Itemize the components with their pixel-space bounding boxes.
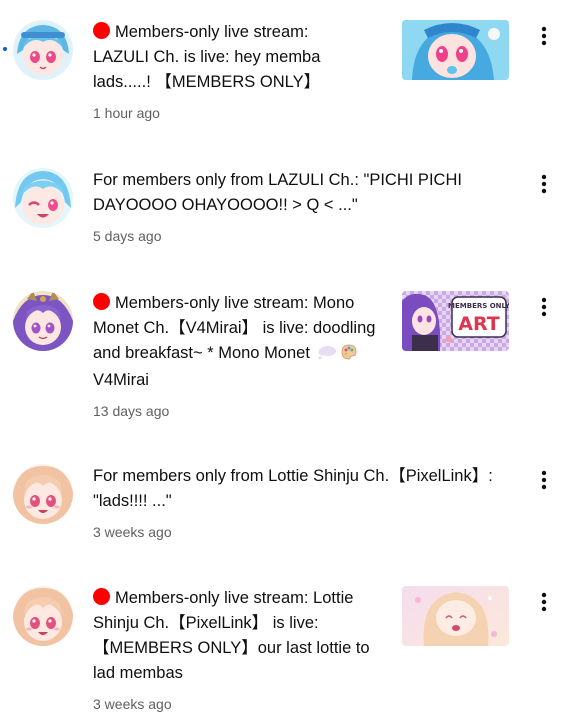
lazuli-avatar-icon [13, 20, 73, 80]
lottie-stream-thumbnail-icon [402, 586, 509, 646]
more-options-button[interactable] [530, 466, 558, 494]
notification-timestamp: 3 weeks ago [93, 524, 172, 540]
channel-avatar[interactable] [13, 168, 73, 228]
thumbnail-title: ART [458, 313, 499, 335]
lazuli-avatar-wink-icon [13, 168, 73, 228]
unread-indicator [3, 47, 7, 51]
more-vertical-icon [541, 470, 547, 490]
notification-timestamp: 5 days ago [93, 228, 162, 244]
thumbnail-caption: MEMBERS ONLY [448, 302, 509, 310]
notification-text: Members-only live stream: LAZULI Ch. is … [93, 20, 353, 122]
lazuli-stream-thumbnail-icon [402, 20, 509, 80]
channel-avatar[interactable] [13, 291, 73, 351]
mono-monet-avatar-icon [13, 291, 73, 351]
video-thumbnail[interactable]: MEMBERS ONLY ART [402, 291, 509, 351]
notification-text: For members only from LAZULI Ch.: "PICHI… [93, 168, 473, 245]
more-vertical-icon [541, 26, 547, 46]
notification-message: For members only from Lottie Shinju Ch.【… [93, 467, 493, 510]
lottie-shinju-avatar-icon [13, 586, 73, 646]
notification-timestamp: 1 hour ago [93, 105, 160, 121]
notification-item[interactable]: For members only from Lottie Shinju Ch.【… [0, 464, 582, 548]
video-thumbnail[interactable] [402, 20, 509, 80]
palette-icon [341, 343, 357, 368]
members-only-art-thumbnail-icon: MEMBERS ONLY ART [402, 291, 509, 351]
more-options-button[interactable] [530, 170, 558, 198]
video-thumbnail[interactable] [402, 586, 509, 646]
notification-item[interactable]: Members-only live stream: Mono Monet Ch.… [0, 291, 582, 427]
lottie-shinju-avatar-icon [13, 464, 73, 524]
notification-message: For members only from LAZULI Ch.: "PICHI… [93, 171, 462, 214]
notification-item[interactable]: Members-only live stream: LAZULI Ch. is … [0, 20, 582, 130]
notification-text: For members only from Lottie Shinju Ch.【… [93, 464, 523, 541]
notification-text: Members-only live stream: Mono Monet Ch.… [93, 291, 383, 420]
notification-message: Members-only live stream: Mono Monet Ch.… [93, 293, 376, 389]
channel-avatar[interactable] [13, 464, 73, 524]
thought-bubble-icon [317, 343, 337, 368]
more-options-button[interactable] [530, 22, 558, 50]
more-vertical-icon [541, 592, 547, 612]
notification-text: Members-only live stream: Lottie Shinju … [93, 586, 388, 713]
notification-message: Members-only live stream: Lottie Shinju … [93, 588, 370, 682]
live-indicator-icon [93, 588, 110, 605]
notification-item[interactable]: Members-only live stream: Lottie Shinju … [0, 586, 582, 718]
live-indicator-icon [93, 293, 110, 310]
channel-avatar[interactable] [13, 20, 73, 80]
more-options-button[interactable] [530, 293, 558, 321]
live-indicator-icon [93, 22, 110, 39]
more-options-button[interactable] [530, 588, 558, 616]
notification-timestamp: 13 days ago [93, 403, 170, 419]
notification-timestamp: 3 weeks ago [93, 696, 172, 712]
more-vertical-icon [541, 297, 547, 317]
more-vertical-icon [541, 174, 547, 194]
channel-avatar[interactable] [13, 586, 73, 646]
notification-item[interactable]: For members only from LAZULI Ch.: "PICHI… [0, 168, 582, 252]
notification-message: Members-only live stream: LAZULI Ch. is … [93, 22, 321, 91]
